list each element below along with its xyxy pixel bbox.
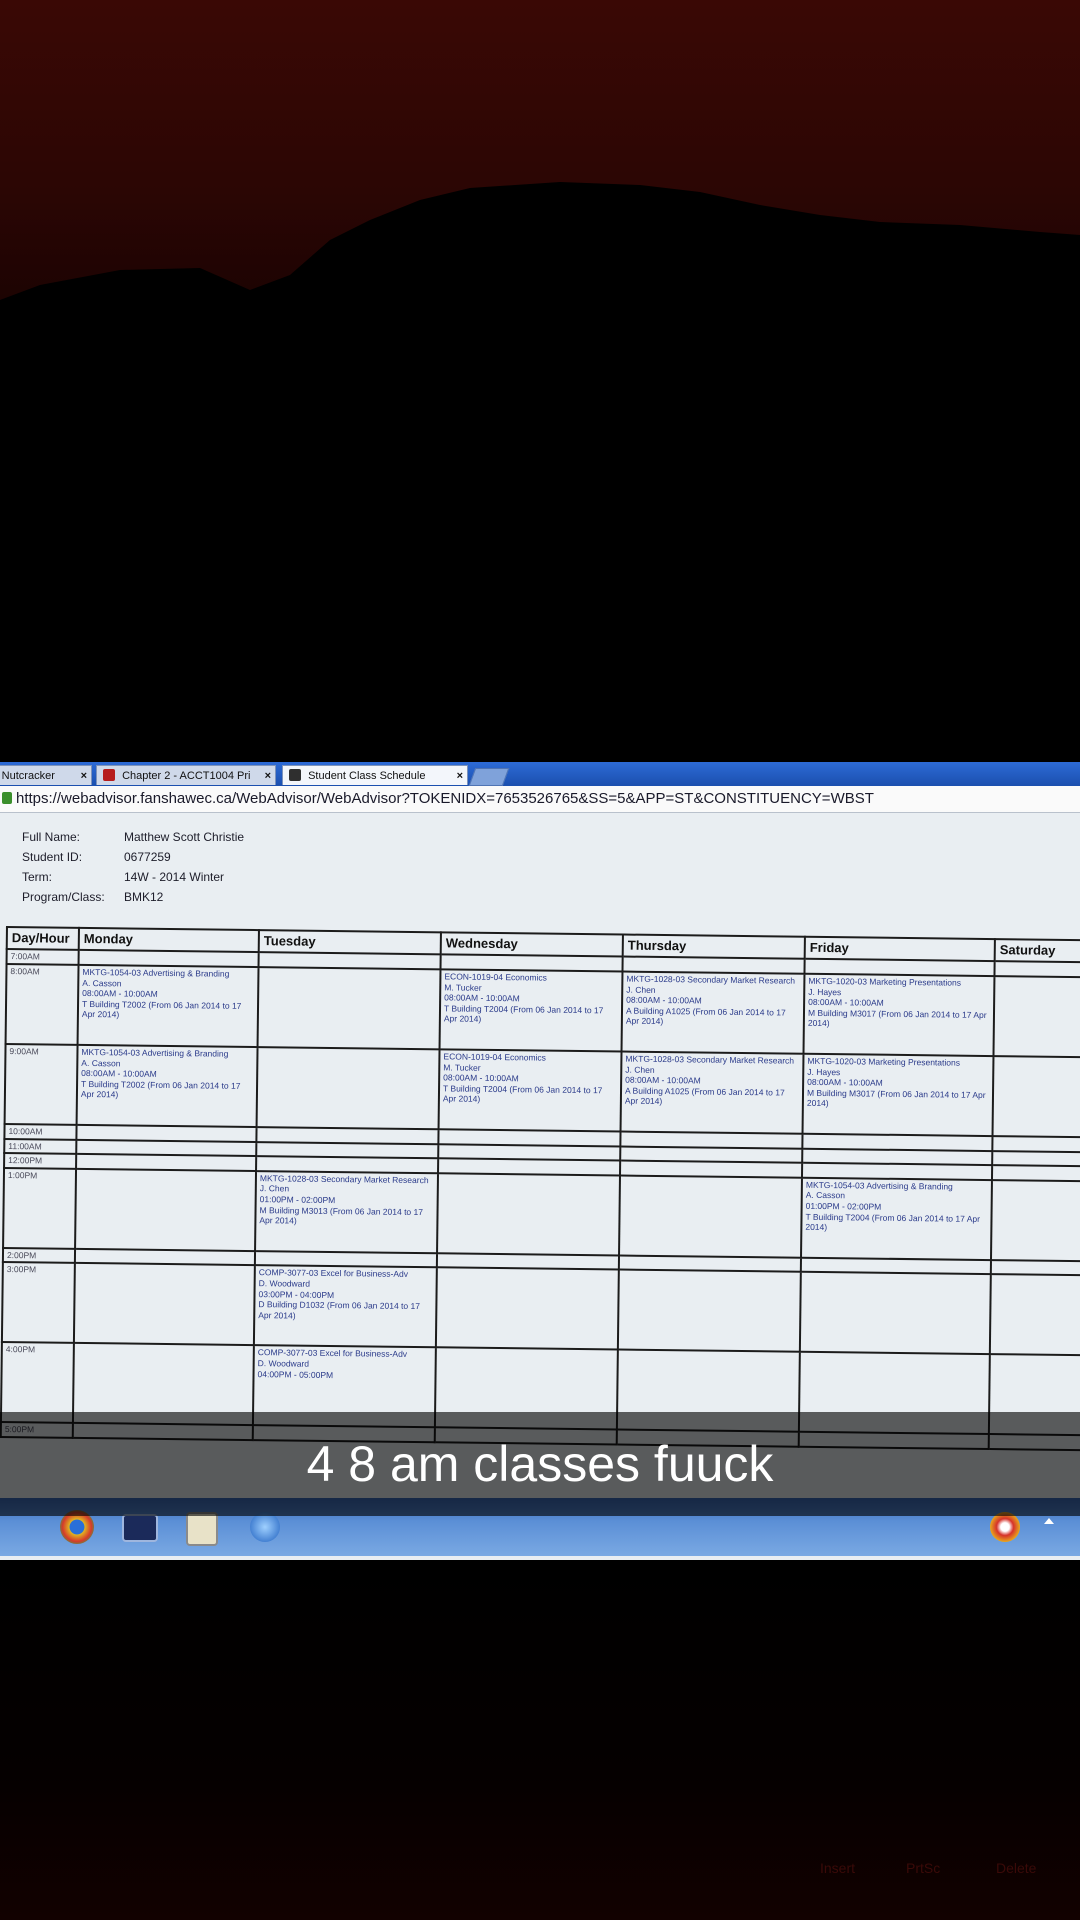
empty-cell — [993, 975, 1080, 1058]
lock-icon — [2, 792, 12, 804]
empty-cell — [992, 1150, 1080, 1167]
tab-nutcracker[interactable]: ey Nutcracker × — [0, 765, 92, 785]
calculator-icon[interactable] — [186, 1512, 218, 1546]
class-cell[interactable]: COMP-3077-03 Excel for Business-Adv D. W… — [253, 1265, 437, 1348]
header-monday: Monday — [78, 927, 259, 953]
empty-cell — [989, 1274, 1080, 1356]
empty-cell — [75, 1168, 257, 1251]
time-cell: 1:00PM — [3, 1167, 77, 1249]
empty-cell — [990, 1179, 1080, 1262]
student-id-value: 0677259 — [124, 850, 171, 864]
tab-student-class-schedule[interactable]: Student Class Schedule × — [282, 765, 468, 785]
empty-cell — [994, 961, 1080, 978]
class-cell[interactable]: MKTG-1020-03 Marketing Presentations J. … — [802, 1053, 994, 1136]
empty-cell — [799, 1272, 991, 1355]
empty-cell — [435, 1267, 619, 1350]
empty-cell — [990, 1259, 1080, 1276]
class-details: MKTG-1054-03 Advertising & Branding A. C… — [81, 966, 242, 1020]
browser-tab-bar: ey Nutcracker × Chapter 2 - ACCT1004 Pri… — [0, 762, 1080, 786]
time-cell: 7:00AM — [6, 949, 79, 965]
class-cell[interactable]: ECON-1019-04 Economics M. Tucker 08:00AM… — [439, 969, 623, 1052]
key-insert: Insert — [820, 1860, 856, 1876]
class-cell[interactable]: MKTG-1054-03 Advertising & Branding A. C… — [76, 1044, 258, 1127]
class-details: MKTG-1054-03 Advertising & Branding A. C… — [80, 1046, 241, 1100]
program-label: Program/Class: — [22, 890, 105, 904]
header-saturday: Saturday — [994, 939, 1080, 963]
schedule-row: 9:00AM MKTG-1054-03 Advertising & Brandin… — [4, 1043, 1080, 1138]
class-cell[interactable]: MKTG-1028-03 Secondary Market Research J… — [620, 1051, 804, 1134]
header-day-hour: Day/Hour — [6, 927, 79, 951]
schedule-row: 1:00PM MKTG-1028-03 Secondary Market Rese… — [3, 1167, 1080, 1262]
class-cell[interactable]: MKTG-1028-03 Secondary Market Research J… — [621, 971, 805, 1054]
tab-chapter-2[interactable]: Chapter 2 - ACCT1004 Pri × — [96, 765, 276, 785]
webadvisor-icon — [289, 769, 301, 781]
class-details: MKTG-1028-03 Secondary Market Research J… — [259, 1172, 429, 1226]
snap-caption: 4 8 am classes fuuck — [0, 1412, 1080, 1516]
empty-cell — [437, 1173, 621, 1256]
class-cell[interactable]: ECON-1019-04 Economics M. Tucker 08:00AM… — [438, 1049, 622, 1132]
class-cell[interactable]: MKTG-1054-03 Advertising & Branding A. C… — [77, 964, 259, 1047]
header-tuesday: Tuesday — [258, 930, 441, 955]
keyboard-key-row: Insert PrtSc Delete — [0, 1860, 1080, 1890]
full-name-value: Matthew Scott Christie — [124, 830, 245, 844]
time-cell: 8:00AM — [5, 963, 79, 1045]
close-icon[interactable]: × — [457, 766, 463, 785]
class-details: COMP-3077-03 Excel for Business-Adv D. W… — [258, 1267, 421, 1321]
time-cell: 2:00PM — [2, 1247, 76, 1264]
empty-cell — [256, 1046, 440, 1130]
class-details: COMP-3077-03 Excel for Business-Adv D. W… — [257, 1347, 408, 1380]
term-value: 14W - 2014 Winter — [124, 870, 225, 884]
class-details: MKTG-1020-03 Marketing Presentations J. … — [806, 1055, 986, 1109]
empty-cell — [992, 1055, 1080, 1138]
address-bar[interactable]: https://webadvisor.fanshawec.ca/WebAdvis… — [0, 786, 1080, 813]
student-id-label: Student ID: — [22, 850, 83, 864]
url-text: https://webadvisor.fanshawec.ca/WebAdvis… — [16, 790, 874, 807]
time-cell: 9:00AM — [4, 1043, 78, 1125]
header-thursday: Thursday — [622, 934, 805, 960]
class-cell[interactable]: MKTG-1028-03 Secondary Market Research J… — [255, 1170, 439, 1254]
key-delete: Delete — [996, 1860, 1037, 1876]
class-details: MKTG-1028-03 Secondary Market Research J… — [624, 1053, 795, 1107]
class-details: MKTG-1020-03 Marketing Presentations J. … — [807, 975, 987, 1029]
tab-label: Chapter 2 - ACCT1004 Pri — [122, 770, 251, 782]
tab-label: ey Nutcracker — [0, 770, 55, 782]
close-icon[interactable]: × — [81, 766, 87, 785]
head-silhouette — [0, 182, 1080, 760]
empty-cell — [991, 1165, 1080, 1182]
empty-cell — [73, 1263, 255, 1346]
time-cell: 11:00AM — [4, 1138, 77, 1154]
key-prtsc: PrtSc — [906, 1860, 941, 1876]
empty-cell — [257, 966, 441, 1050]
schedule-row: 3:00PM COMP-3077-03 Excel for Business-Ad… — [1, 1262, 1080, 1356]
internet-explorer-icon[interactable] — [250, 1512, 280, 1542]
close-icon[interactable]: × — [265, 766, 271, 785]
time-cell: 12:00PM — [4, 1153, 77, 1169]
class-cell[interactable]: MKTG-1054-03 Advertising & Branding A. C… — [801, 1177, 992, 1260]
class-details: ECON-1019-04 Economics M. Tucker 08:00AM… — [443, 971, 604, 1025]
schedule-table: Day/Hour Monday Tuesday Wednesday Thursd… — [0, 926, 1080, 1451]
class-details: MKTG-1028-03 Secondary Market Research J… — [625, 973, 796, 1027]
student-info: Full Name: Matthew Scott Christie Student… — [22, 830, 424, 910]
time-cell: 10:00AM — [4, 1123, 77, 1140]
tray-expand-icon[interactable] — [1044, 1518, 1054, 1524]
computer-icon[interactable] — [122, 1514, 158, 1542]
full-name-label: Full Name: — [22, 830, 81, 844]
app-icon — [103, 769, 115, 781]
empty-cell — [617, 1269, 801, 1353]
new-tab-button[interactable] — [468, 768, 510, 786]
tab-label: Student Class Schedule — [308, 770, 426, 782]
class-details: MKTG-1054-03 Advertising & Branding A. C… — [805, 1179, 981, 1233]
term-label: Term: — [22, 870, 52, 884]
time-cell: 3:00PM — [1, 1262, 75, 1344]
tray-app-icon[interactable] — [990, 1512, 1020, 1542]
program-value: BMK12 — [124, 890, 164, 904]
empty-cell — [992, 1135, 1080, 1152]
header-friday: Friday — [804, 936, 995, 962]
empty-cell — [619, 1175, 802, 1258]
header-wednesday: Wednesday — [440, 932, 623, 957]
schedule-row: 8:00AM MKTG-1054-03 Advertising & Brandin… — [5, 963, 1080, 1058]
class-cell[interactable]: MKTG-1020-03 Marketing Presentations J. … — [803, 973, 995, 1056]
class-details: ECON-1019-04 Economics M. Tucker 08:00AM… — [442, 1051, 603, 1105]
